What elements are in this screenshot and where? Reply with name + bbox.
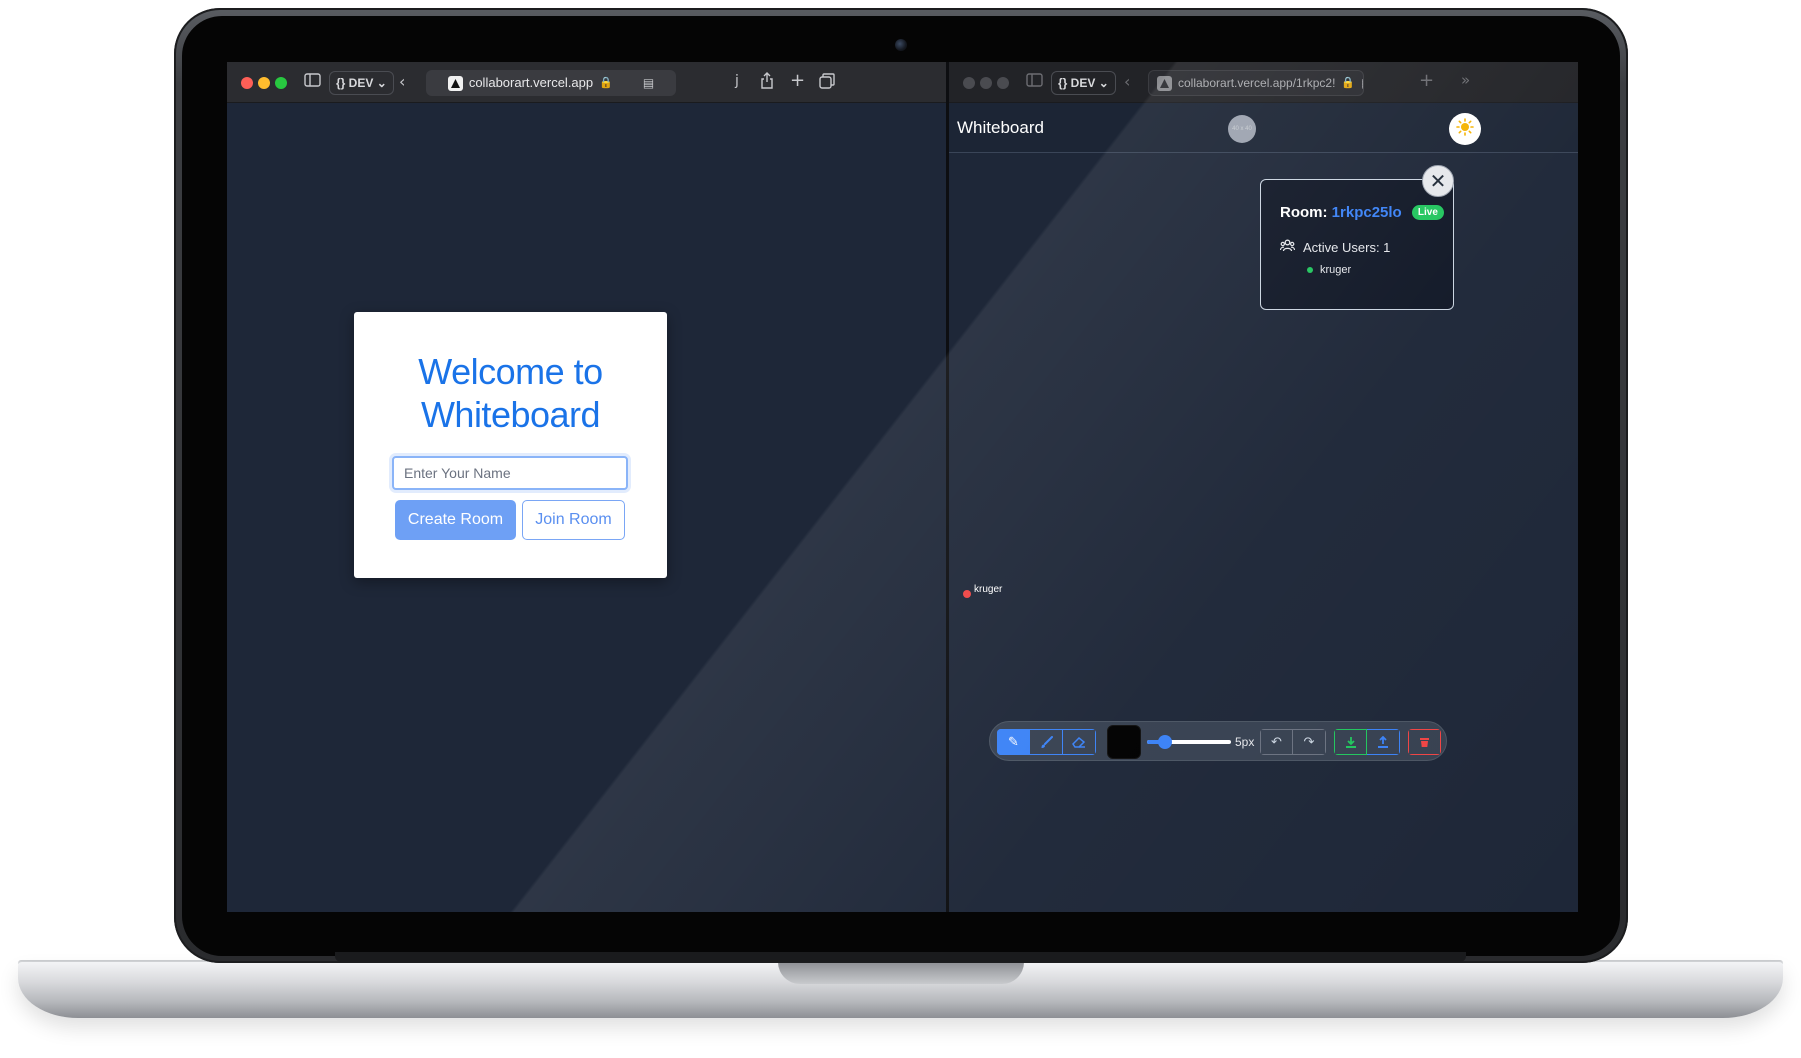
slider-knob[interactable] — [1157, 735, 1172, 749]
site-favicon-icon — [447, 75, 463, 91]
user-name: kruger — [1320, 264, 1352, 276]
sidebar-icon[interactable] — [304, 73, 321, 90]
file-group — [1334, 729, 1400, 755]
left-browser-toolbar: {} DEV ⌄ ‹ collaborart.vercel.app 🔒 ▤ j … — [227, 62, 946, 103]
room-info-panel: Room: 1rkpc25lo Live Active Users: 1 kru… — [1260, 179, 1454, 310]
plus-icon[interactable]: + — [790, 72, 805, 90]
active-users-line: Active Users: 1 — [1279, 239, 1391, 255]
dev-menu-button[interactable]: {} DEV ⌄ — [1051, 71, 1116, 95]
room-label: Room: — [1280, 204, 1328, 221]
address-url: collaborart.vercel.app/1rkpc2! — [1178, 76, 1336, 90]
sun-icon — [1456, 117, 1474, 141]
trash-icon[interactable] — [1408, 729, 1441, 755]
webcam — [895, 39, 907, 51]
laptop-hinge — [335, 952, 1466, 962]
left-browser-window: {} DEV ⌄ ‹ collaborart.vercel.app 🔒 ▤ j … — [227, 62, 946, 912]
welcome-title: Welcome to Whiteboard — [418, 351, 603, 435]
minimize-window-button[interactable] — [980, 77, 992, 89]
right-browser-toolbar: {} DEV ⌄ ‹ collaborart.vercel.app/1rkpc2… — [949, 62, 1578, 103]
room-code: 1rkpc25lo — [1331, 204, 1402, 221]
close-window-button[interactable] — [963, 77, 975, 89]
remote-cursor-label: kruger — [974, 584, 1003, 595]
close-icon[interactable]: ✕ — [1422, 165, 1454, 197]
remote-cursor-dot — [963, 590, 971, 598]
join-room-button[interactable]: Join Room — [522, 500, 625, 540]
whiteboard-header: Whiteboard 40 x 40 — [949, 103, 1578, 153]
lock-icon: 🔒 — [599, 77, 613, 89]
create-room-button[interactable]: Create Room — [395, 500, 516, 540]
brush-size-slider[interactable] — [1147, 735, 1231, 749]
upload-icon[interactable] — [1367, 729, 1400, 755]
users-icon — [1279, 239, 1296, 255]
address-bar[interactable]: collaborart.vercel.app/1rkpc2! 🔒 ▤ — [1148, 70, 1364, 96]
color-picker[interactable] — [1107, 725, 1141, 759]
eraser-icon[interactable] — [1063, 729, 1096, 755]
theme-toggle-button[interactable] — [1449, 113, 1481, 145]
address-url: collaborart.vercel.app — [468, 75, 594, 90]
screen: {} DEV ⌄ ‹ collaborart.vercel.app 🔒 ▤ j … — [227, 62, 1578, 912]
dev-menu-button[interactable]: {} DEV ⌄ — [329, 71, 394, 95]
site-favicon-icon — [1157, 75, 1172, 91]
maximize-window-button[interactable] — [275, 77, 287, 89]
laptop-notch — [778, 962, 1024, 984]
tabs-icon[interactable] — [819, 73, 835, 92]
brush-size-label: 5px — [1235, 735, 1255, 749]
avatar[interactable]: 40 x 40 — [1228, 115, 1256, 143]
lock-icon: 🔒 — [1341, 77, 1356, 89]
download-icon[interactable] — [1334, 729, 1367, 755]
double-chevron-right-icon[interactable]: » — [1461, 73, 1470, 88]
redo-icon[interactable]: ↷ — [1293, 729, 1326, 755]
online-status-dot — [1307, 267, 1313, 273]
reader-icon[interactable]: ▤ — [1361, 71, 1363, 95]
minimize-window-button[interactable] — [258, 77, 270, 89]
tool-group: ✎ — [997, 729, 1096, 755]
maximize-window-button[interactable] — [997, 77, 1009, 89]
share-icon[interactable] — [760, 72, 774, 92]
welcome-card: Welcome to Whiteboard Create Room Join R… — [354, 312, 667, 578]
drawing-toolbar: ✎ 5px ↶ ↷ — [989, 721, 1447, 761]
brush-icon[interactable] — [1030, 729, 1063, 755]
address-bar[interactable]: collaborart.vercel.app 🔒 ▤ — [426, 70, 676, 96]
user-list-item: kruger — [1307, 264, 1351, 276]
right-browser-window: {} DEV ⌄ ‹ collaborart.vercel.app/1rkpc2… — [949, 62, 1578, 912]
room-line: Room: 1rkpc25lo Live — [1280, 204, 1444, 221]
chevron-left-icon[interactable]: ‹ — [399, 74, 405, 90]
plus-icon[interactable]: + — [1419, 72, 1434, 90]
sidebar-icon[interactable] — [1026, 73, 1043, 90]
live-badge: Live — [1411, 205, 1444, 220]
history-group: ↶ ↷ — [1260, 729, 1326, 755]
reader-icon[interactable]: ▤ — [643, 70, 654, 96]
app-title: Whiteboard — [957, 118, 1044, 137]
active-users-count: Active Users: 1 — [1303, 239, 1391, 255]
toolbar-extension-label[interactable]: j — [735, 74, 739, 88]
name-input[interactable] — [392, 456, 628, 490]
clear-group — [1408, 729, 1441, 755]
chevron-left-icon[interactable]: ‹ — [1124, 74, 1130, 90]
close-window-button[interactable] — [241, 77, 253, 89]
undo-icon[interactable]: ↶ — [1260, 729, 1293, 755]
pencil-icon[interactable]: ✎ — [997, 729, 1030, 755]
